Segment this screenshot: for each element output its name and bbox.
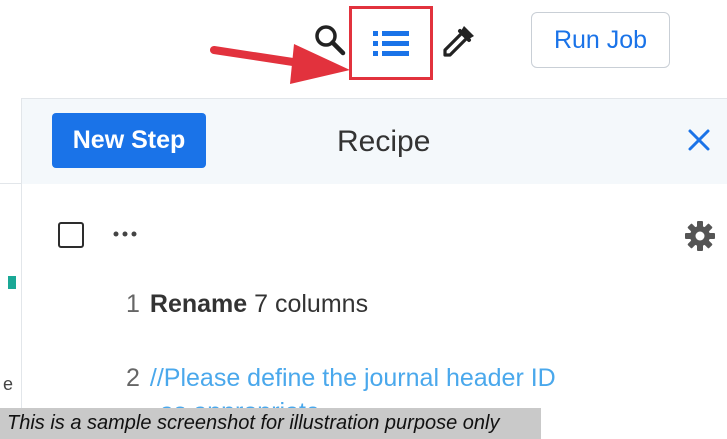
left-grid-strip: e — [0, 98, 22, 439]
recipe-panel: New Step Recipe 1 Rename 7 columns 2 //P… — [22, 98, 727, 439]
disclaimer-banner: This is a sample screenshot for illustra… — [0, 408, 541, 439]
eyedropper-icon — [443, 26, 474, 57]
panel-title: Recipe — [337, 125, 431, 158]
recipe-step[interactable]: 1 Rename 7 columns — [126, 290, 368, 319]
step-comment: //Please define the journal header ID — [149, 364, 556, 392]
divider — [0, 183, 22, 184]
recipe-step[interactable]: 2 //Please define the journal header ID — [126, 364, 556, 393]
close-panel-button[interactable] — [682, 123, 716, 157]
column-type-marker — [8, 276, 16, 289]
new-step-button[interactable]: New Step — [52, 113, 206, 168]
close-icon — [688, 129, 710, 151]
select-all-checkbox[interactable] — [58, 222, 84, 248]
settings-button[interactable] — [682, 218, 718, 254]
grid-partial-text: e — [3, 374, 14, 394]
run-job-button[interactable]: Run Job — [531, 12, 670, 68]
more-options-button[interactable] — [108, 224, 142, 244]
recipe-list-icon — [373, 31, 409, 56]
step-command: Rename — [149, 290, 248, 318]
eyedropper-button[interactable] — [438, 20, 480, 62]
gear-icon — [685, 221, 715, 251]
toolbar: Run Job — [0, 0, 727, 98]
search-button[interactable] — [310, 20, 350, 60]
recipe-toggle-button[interactable] — [349, 6, 433, 80]
recipe-panel-header: New Step Recipe — [22, 98, 727, 184]
step-detail: 7 columns — [254, 290, 369, 318]
search-icon — [315, 25, 346, 56]
step-number: 2 — [126, 364, 140, 392]
more-horizontal-icon — [113, 231, 137, 237]
step-number: 1 — [126, 290, 140, 318]
